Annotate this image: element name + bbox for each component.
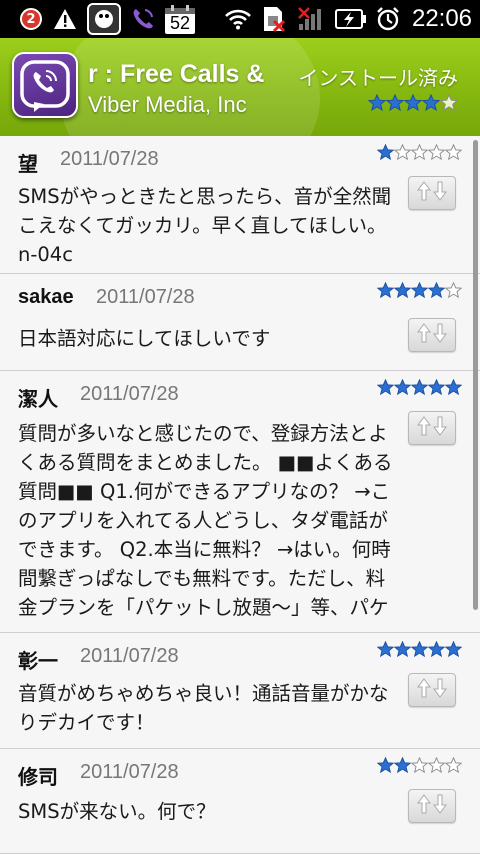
review-date: 2011/07/28 [96,286,195,308]
review-rating-stars [376,756,463,778]
star-empty-icon [444,756,463,778]
star-empty-icon [427,756,446,778]
star-filled-icon [376,756,395,778]
star-filled-icon [410,281,429,303]
app-rating-stars [367,93,459,116]
star-filled-icon [376,281,395,303]
app-title: r : Free Calls & [88,60,265,88]
star-filled-icon [427,378,446,400]
app-developer[interactable]: Viber Media, Inc [88,92,247,118]
review-author: 望 [18,154,38,176]
star-filled-icon [376,378,395,400]
review-date: 2011/07/28 [80,761,179,783]
star-filled-icon [403,93,423,116]
clock: 22:06 [410,3,474,35]
star-filled-icon [393,378,412,400]
thumbs-up-down-icon [415,793,449,819]
star-filled-icon [427,640,446,662]
star-empty-icon [427,143,446,165]
review-rating-stars [376,281,463,303]
review-rating-stars [376,378,463,400]
review-vote-button[interactable] [408,176,456,210]
review-vote-button[interactable] [408,318,456,352]
review-author: 彰一 [18,651,58,673]
thumbs-up-down-icon [415,180,449,206]
star-empty-icon [393,143,412,165]
review-item: 望 2011/07/28 SMSがやっときたと思ったら、音が全然聞こえなくてガッ… [0,136,480,274]
wifi-icon [224,3,252,35]
calendar-icon: 52 [163,3,197,35]
star-filled-icon [376,143,395,165]
star-filled-icon [393,756,412,778]
review-author: 潔人 [18,389,58,411]
notification-count-badge[interactable]: 2 [20,3,42,35]
star-filled-icon [376,640,395,662]
star-empty-icon [410,143,429,165]
review-item: 修司 2011/07/28 SMSが来ない。何で？ [0,749,480,854]
star-empty-icon [444,143,463,165]
alarm-clock-icon [374,3,402,35]
review-date: 2011/07/28 [60,148,159,170]
calendar-day: 52 [169,13,191,33]
signal-strength-icon [296,3,324,35]
review-item: 潔人 2011/07/28 質問が多いなと感じたので、登録方法とよくある質問をま… [0,371,480,633]
battery-charging-icon [334,3,368,35]
review-text: 質問が多いなと感じたので、登録方法とよくある質問をまとめました。 ■■よくある質… [18,422,393,619]
review-text: 日本語対応にしてほしいです [18,327,271,350]
viber-app-icon [12,52,78,118]
no-sim-icon [260,3,286,35]
star-empty-icon [410,756,429,778]
star-filled-icon [385,93,405,116]
thumbs-up-down-icon [415,677,449,703]
review-date: 2011/07/28 [80,383,179,405]
review-vote-button[interactable] [408,411,456,445]
notification-count: 2 [20,8,42,30]
star-empty-icon [444,281,463,303]
review-vote-button[interactable] [408,673,456,707]
star-filled-icon [367,93,387,116]
status-bar: 2 52 22:06 [0,0,480,38]
thumbs-up-down-icon [415,322,449,348]
review-rating-stars [376,640,463,662]
star-filled-icon [393,281,412,303]
warning-icon [52,3,78,35]
review-vote-button[interactable] [408,789,456,823]
star-filled-icon [410,640,429,662]
star-filled-icon [444,640,463,662]
review-list[interactable]: 望 2011/07/28 SMSがやっときたと思ったら、音が全然聞こえなくてガッ… [0,136,480,854]
star-filled-icon [421,93,441,116]
review-date: 2011/07/28 [80,645,179,667]
star-empty-icon [439,93,459,116]
star-filled-icon [427,281,446,303]
review-author: sakae [18,286,74,308]
review-text: SMSがやっときたと思ったら、音が全然聞こえなくてガッカリ。早く直してほしい。 … [18,185,392,266]
app-notification-icon [86,3,122,35]
viber-call-icon [128,3,158,35]
review-rating-stars [376,143,463,165]
install-status: インストール済み [298,66,458,90]
time-text: 22:06 [411,5,473,32]
star-filled-icon [410,378,429,400]
star-filled-icon [393,640,412,662]
review-list-scrollbar[interactable] [473,140,478,610]
app-header: r : Free Calls & Viber Media, Inc インストール… [0,38,480,136]
review-author: 修司 [18,767,58,789]
review-item: sakae 2011/07/28 日本語対応にしてほしいです [0,274,480,371]
review-item: 彰一 2011/07/28 音質がめちゃめちゃ良い！通話音量がかなりデカイです！ [0,633,480,749]
review-text: SMSが来ない。何で？ [18,800,216,823]
thumbs-up-down-icon [415,415,449,441]
review-text: 音質がめちゃめちゃ良い！通話音量がかなりデカイです！ [18,682,389,734]
star-filled-icon [444,378,463,400]
